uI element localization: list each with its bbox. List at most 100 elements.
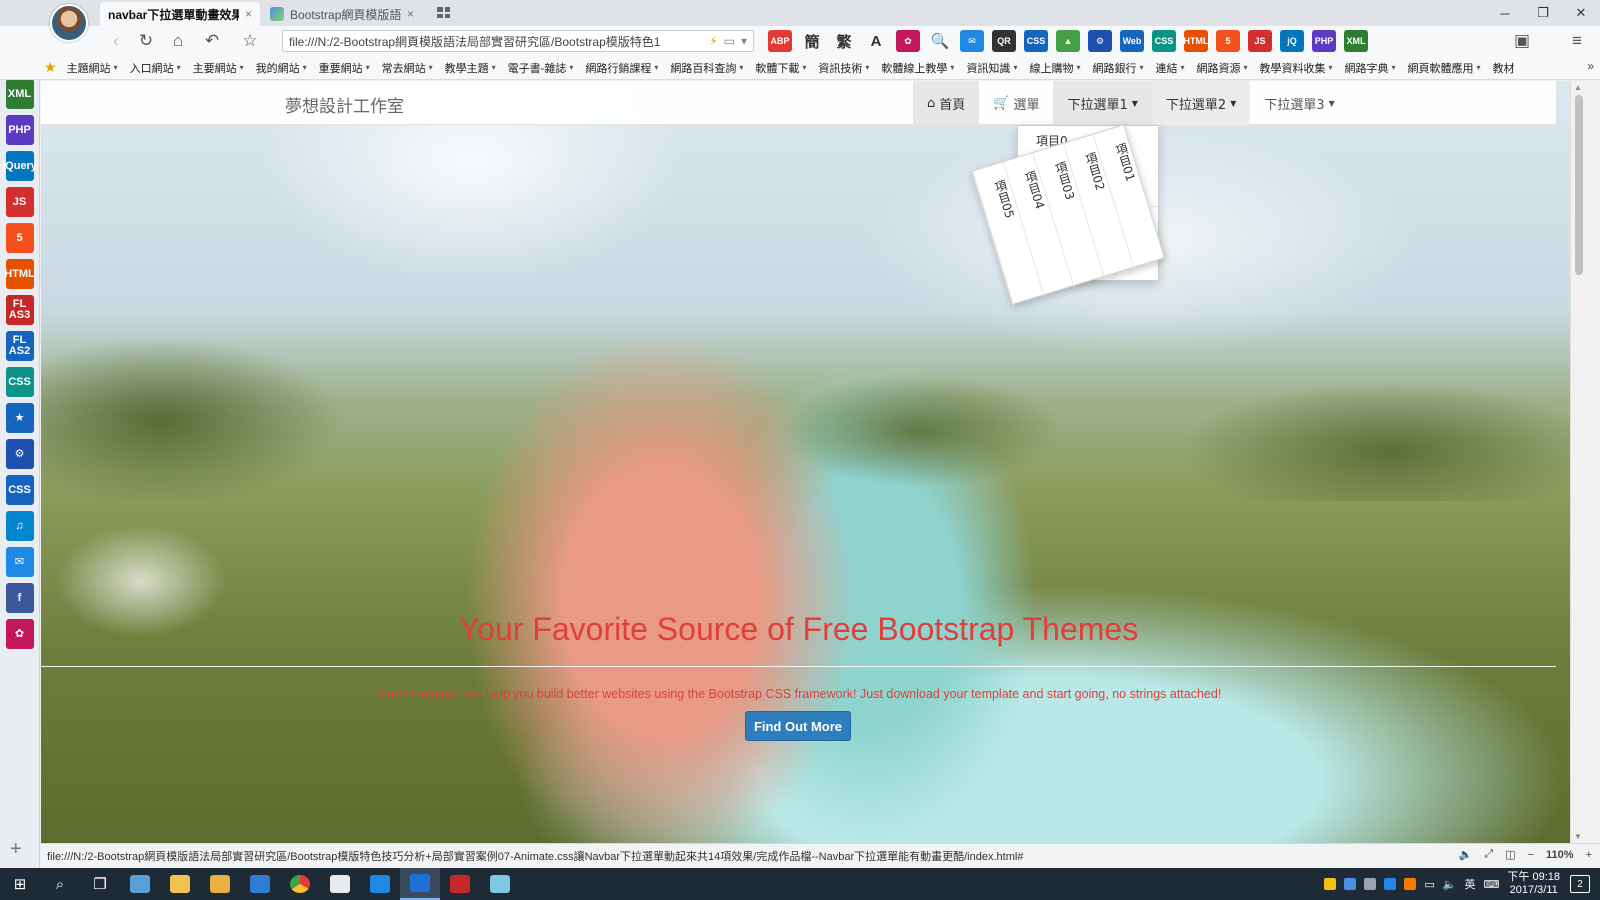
bookmark-item[interactable]: 網路字典 ▾ <box>1345 60 1396 76</box>
menu-item-menu[interactable]: 🛒 選單 <box>979 81 1053 125</box>
zoom-level[interactable]: 110% <box>1546 849 1574 861</box>
zoom-out-icon[interactable]: − <box>1528 849 1534 861</box>
flash-as3-icon[interactable]: FL AS3 <box>5 295 34 325</box>
tray-icon[interactable] <box>1384 878 1397 890</box>
tray-icon[interactable] <box>1404 878 1417 890</box>
extension-icon[interactable]: Web <box>1120 30 1144 52</box>
extension-icon[interactable]: CSS <box>1024 30 1048 52</box>
messenger-icon[interactable]: ✉ <box>5 547 34 577</box>
extension-icon[interactable]: JS <box>1248 30 1272 52</box>
bookmark-item[interactable]: 線上購物 ▾ <box>1029 60 1080 76</box>
php-icon[interactable]: PHP <box>5 115 34 145</box>
flower-icon[interactable]: ✿ <box>5 619 34 649</box>
facebook-icon[interactable]: f <box>5 583 34 613</box>
reload-icon[interactable]: ↻ <box>134 30 158 52</box>
app-icon[interactable] <box>360 868 400 900</box>
tools-icon[interactable]: ▣ <box>1510 30 1534 52</box>
search-icon[interactable]: ⌕ <box>40 868 80 900</box>
bookmark-item[interactable]: 入口網站 ▾ <box>130 60 181 76</box>
find-out-more-button[interactable]: Find Out More <box>745 711 851 741</box>
menu-item-dropdown1[interactable]: 下拉選單1 ▼ <box>1053 81 1152 125</box>
app-icon[interactable] <box>200 868 240 900</box>
app-icon[interactable] <box>320 868 360 900</box>
bookmark-item[interactable]: 主要網站 ▾ <box>193 60 244 76</box>
css3-icon[interactable]: CSS <box>5 367 34 397</box>
extension-icon[interactable]: 🔍 <box>928 30 952 52</box>
tray-icon[interactable] <box>1344 878 1357 890</box>
bookmark-item[interactable]: 網頁軟體應用 ▾ <box>1408 60 1481 76</box>
bookmark-star-icon[interactable]: ★ <box>44 59 57 76</box>
bookmark-item[interactable]: 常去網站 ▾ <box>382 60 433 76</box>
flash-as2-icon[interactable]: FL AS2 <box>5 331 34 361</box>
bookmark-item[interactable]: 網路銀行 ▾ <box>1092 60 1143 76</box>
scroll-down-icon[interactable]: ▼ <box>1574 832 1582 841</box>
extension-icon[interactable]: HTML <box>1184 30 1209 52</box>
menu-item-dropdown2[interactable]: 下拉選單2 ▼ <box>1151 81 1251 125</box>
minimize-button[interactable]: ─ <box>1486 0 1524 26</box>
close-icon[interactable]: × <box>407 7 414 21</box>
tray-icon[interactable] <box>1364 878 1377 890</box>
extension-icon[interactable]: PHP <box>1312 30 1336 52</box>
notification-center-icon[interactable]: 2 <box>1570 875 1590 893</box>
jquery-icon[interactable]: jQuery <box>2 151 37 181</box>
extension-icon[interactable]: ✿ <box>896 30 920 52</box>
bookmark-item[interactable]: 網路資源 ▾ <box>1197 60 1248 76</box>
brand[interactable]: 夢想設計工作室 <box>285 92 404 117</box>
restore-button[interactable]: ❐ <box>1524 0 1562 26</box>
clock[interactable]: 下午 09:18 2017/3/11 <box>1507 871 1560 897</box>
keyboard-icon[interactable]: ⌨ <box>1484 878 1500 891</box>
bookmark-item[interactable]: 電子書-雜誌 ▾ <box>508 60 574 76</box>
menu-icon[interactable]: ≡ <box>1565 30 1589 52</box>
network-icon[interactable]: ▭ <box>1424 878 1434 891</box>
bookmark-item[interactable]: 網路行銷課程 ▾ <box>585 60 658 76</box>
bookmark-item[interactable]: 資訊技術 ▾ <box>818 60 869 76</box>
html5-icon[interactable]: 5 <box>5 223 34 253</box>
extension-icon[interactable]: 5 <box>1216 30 1240 52</box>
favorite-star-icon[interactable]: ☆ <box>238 30 262 52</box>
extension-icon[interactable]: QR <box>992 30 1016 52</box>
bookmark-item[interactable]: 資訊知識 ▾ <box>966 60 1017 76</box>
bookmark-item[interactable]: 網路百科查詢 ▾ <box>670 60 743 76</box>
filezilla-icon[interactable] <box>440 868 480 900</box>
bookmark-item[interactable]: 主題網站 ▾ <box>67 60 118 76</box>
web-star-icon[interactable]: ★ <box>5 403 34 433</box>
app-icon[interactable] <box>240 868 280 900</box>
add-icon[interactable]: + <box>10 838 22 861</box>
tools-icon[interactable]: ⚙ <box>5 439 34 469</box>
extension-icon[interactable]: ABP <box>768 30 792 52</box>
avatar[interactable] <box>50 4 88 42</box>
reader-icon[interactable]: ▭ <box>724 34 735 48</box>
extension-icon[interactable]: CSS <box>1152 30 1176 52</box>
bookmark-item[interactable]: 軟體下載 ▾ <box>755 60 806 76</box>
undo-icon[interactable]: ↶ <box>200 30 224 52</box>
tab-active[interactable]: navbar下拉選單動畫效果 × <box>100 2 260 26</box>
address-bar[interactable]: file:///N:/2-Bootstrap網頁模版語法局部實習研究區/Boot… <box>282 30 754 52</box>
vertical-scrollbar[interactable]: ▲ ▼ <box>1570 81 1586 843</box>
lightning-icon[interactable]: ⚡ <box>709 34 717 48</box>
extension-icon[interactable]: 簡 <box>800 30 824 52</box>
browser-icon[interactable] <box>400 868 440 900</box>
extension-icon[interactable]: XML <box>1344 30 1368 52</box>
html-icon[interactable]: HTML <box>4 259 35 289</box>
menu-item-home[interactable]: ⌂ 首頁 <box>913 81 980 125</box>
tab-grid-icon[interactable] <box>437 7 450 18</box>
tab-inactive[interactable]: Bootstrap網頁模版語法... × <box>262 2 422 26</box>
back-icon[interactable]: ‹ <box>104 30 128 52</box>
scroll-up-icon[interactable]: ▲ <box>1574 83 1582 92</box>
bookmark-item[interactable]: 重要網站 ▾ <box>319 60 370 76</box>
bookmarks-more-icon[interactable]: » <box>1587 59 1594 73</box>
tray-icon[interactable] <box>1324 878 1337 890</box>
input-language[interactable]: 英 <box>1465 876 1476 892</box>
extension-icon[interactable]: ▲ <box>1056 30 1080 52</box>
bookmark-item[interactable]: 教學主題 ▾ <box>445 60 496 76</box>
css-code-icon[interactable]: CSS <box>5 475 34 505</box>
bookmark-item[interactable]: 軟體線上教學 ▾ <box>881 60 954 76</box>
chevron-down-icon[interactable]: ▾ <box>741 34 747 48</box>
app-icon[interactable] <box>480 868 520 900</box>
folder-icon[interactable] <box>160 868 200 900</box>
extension-icon[interactable]: A <box>864 30 888 52</box>
bookmark-item[interactable]: 教學資料收集 ▾ <box>1260 60 1333 76</box>
app-icon[interactable] <box>120 868 160 900</box>
speaker-icon[interactable]: 🔈 <box>1459 848 1473 861</box>
bookmark-item[interactable]: 我的網站 ▾ <box>256 60 307 76</box>
